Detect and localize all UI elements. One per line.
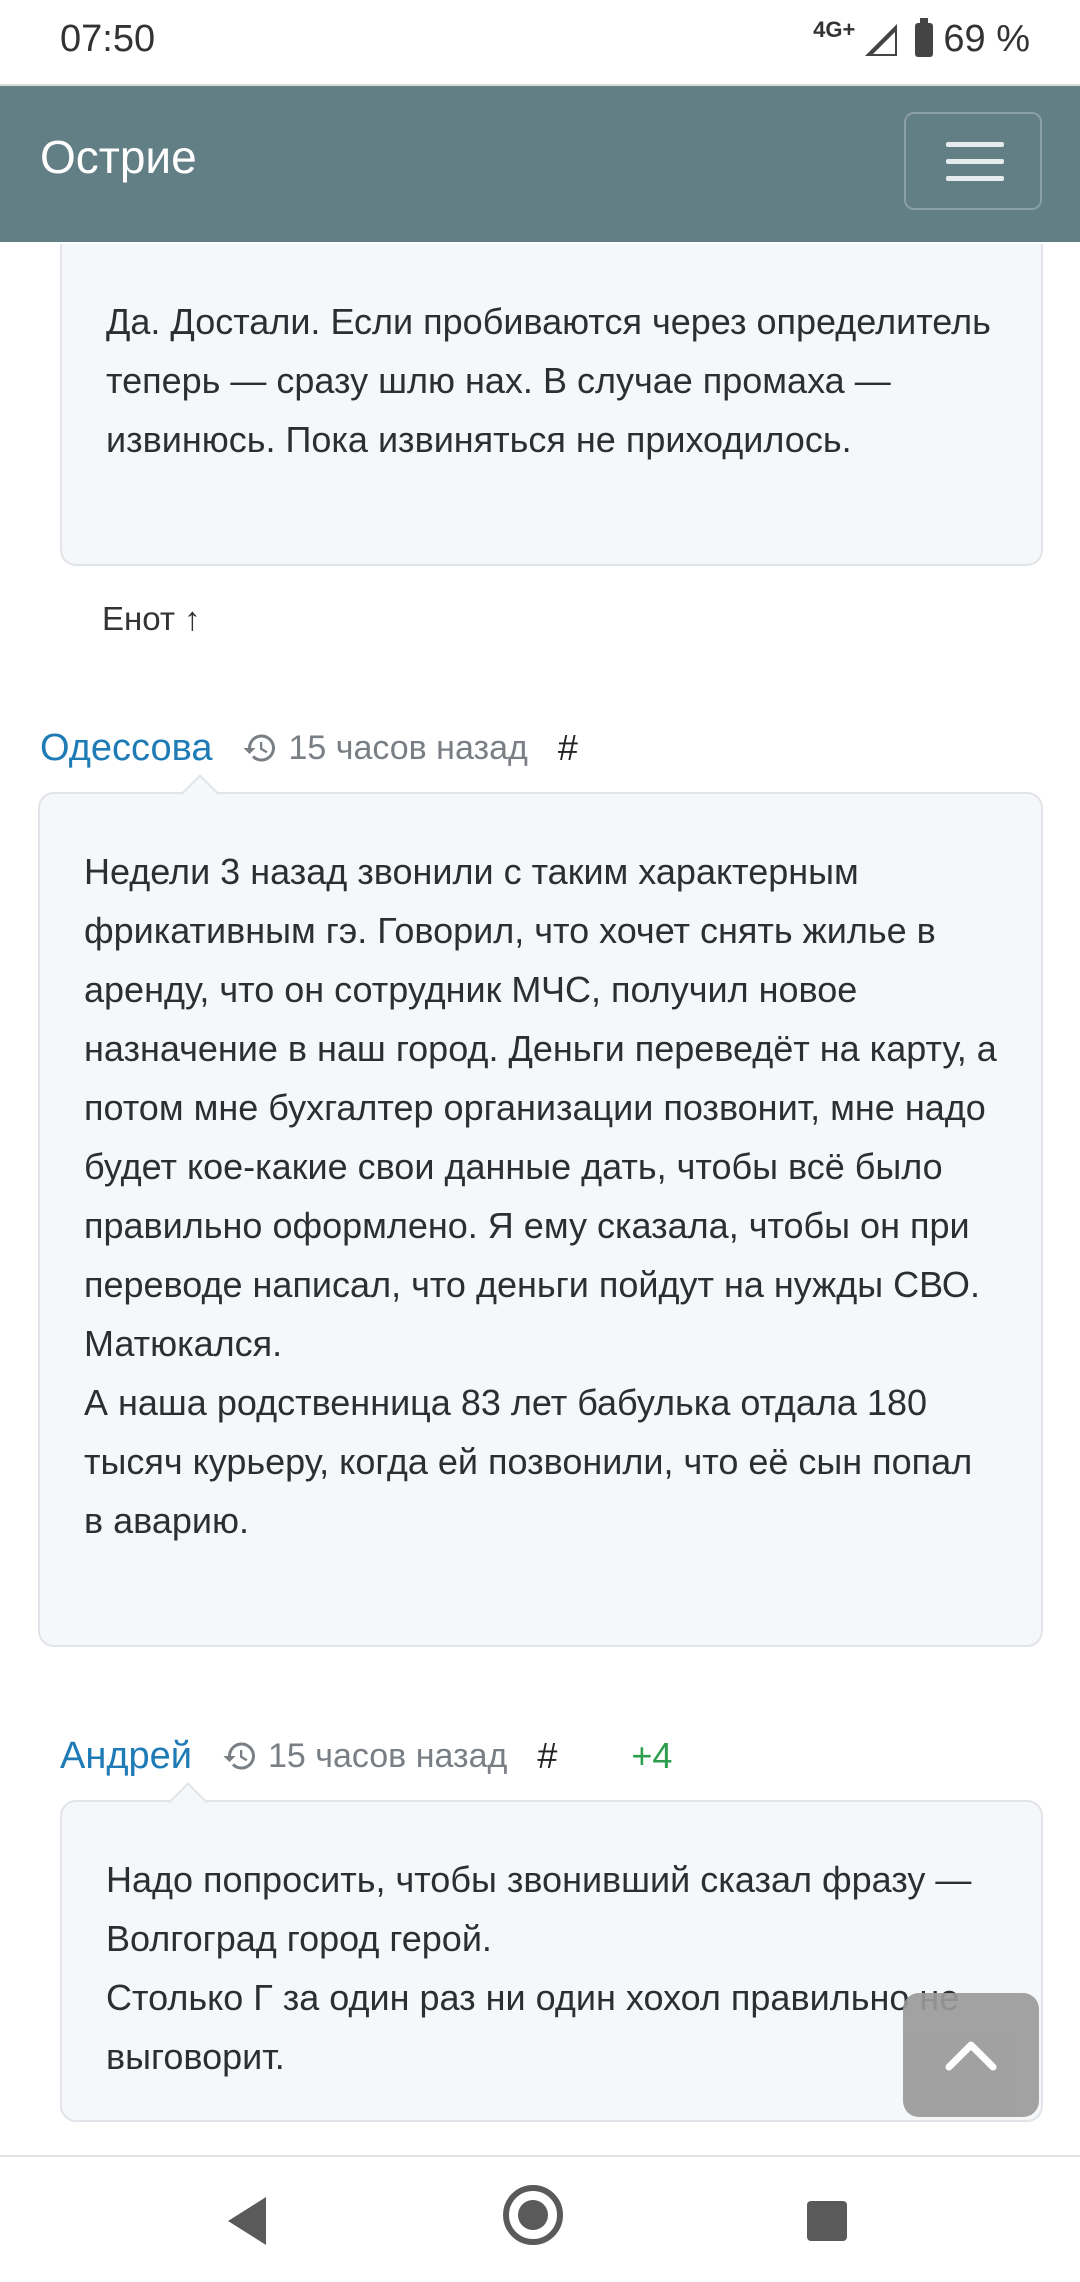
network-type: 4G+ bbox=[813, 16, 856, 42]
comment-score: +4 bbox=[631, 1735, 673, 1776]
hamburger-icon bbox=[946, 142, 1004, 147]
comment-author[interactable]: Одессова bbox=[40, 727, 212, 770]
status-bar: 07:50 4G+ 69 % bbox=[0, 0, 1080, 86]
signal-icon bbox=[865, 23, 898, 56]
scroll-to-top-button[interactable] bbox=[903, 1993, 1039, 2117]
comment-bubble: Да. Достали. Если пробиваются через опре… bbox=[60, 244, 1043, 566]
comment-author[interactable]: Андрей bbox=[60, 1735, 192, 1778]
comment-anchor-link[interactable]: # bbox=[558, 727, 578, 769]
home-icon[interactable] bbox=[503, 2185, 563, 2245]
top-navbar: Острие bbox=[0, 86, 1080, 242]
history-icon bbox=[243, 734, 276, 762]
back-icon[interactable] bbox=[228, 2197, 266, 2245]
comment-meta: Андрей 15 часов назад # +4 bbox=[60, 1730, 672, 1782]
status-indicators: 4G+ 69 % bbox=[813, 16, 1030, 61]
menu-toggle-button[interactable] bbox=[904, 112, 1042, 210]
site-brand[interactable]: Острие bbox=[40, 130, 197, 184]
status-time: 07:50 bbox=[60, 18, 156, 60]
comment-paragraph: Недели 3 назад звонили с таким характерн… bbox=[84, 851, 997, 1364]
recent-apps-icon[interactable] bbox=[807, 2201, 847, 2241]
history-icon bbox=[223, 1742, 255, 1770]
comment-paragraph: Надо попросить, чтобы звонивший сказал ф… bbox=[106, 1859, 972, 1959]
comment-bubble: Надо попросить, чтобы звонивший сказал ф… bbox=[60, 1782, 1043, 2122]
reply-to-link[interactable]: Енот ↑ bbox=[102, 600, 201, 638]
comment-bubble: Недели 3 назад звонили с таким характерн… bbox=[38, 774, 1043, 1647]
comment-text: Да. Достали. Если пробиваются через опре… bbox=[106, 301, 991, 460]
comment-paragraph: А наша родственница 83 лет бабулька отда… bbox=[84, 1382, 973, 1541]
comment-time[interactable]: 15 часов назад bbox=[222, 1737, 507, 1776]
battery-level: 69 % bbox=[943, 18, 1030, 60]
comment-paragraph: Столько Г за один раз ни один хохол прав… bbox=[106, 1977, 960, 2077]
system-navigation-bar bbox=[0, 2155, 1080, 2282]
chevron-up-icon bbox=[945, 2041, 997, 2071]
comment-meta: Одессова 15 часов назад # bbox=[40, 722, 578, 774]
battery-icon bbox=[915, 17, 934, 57]
comment-anchor-link[interactable]: # bbox=[537, 1735, 557, 1777]
comment-time[interactable]: 15 часов назад bbox=[242, 729, 528, 768]
